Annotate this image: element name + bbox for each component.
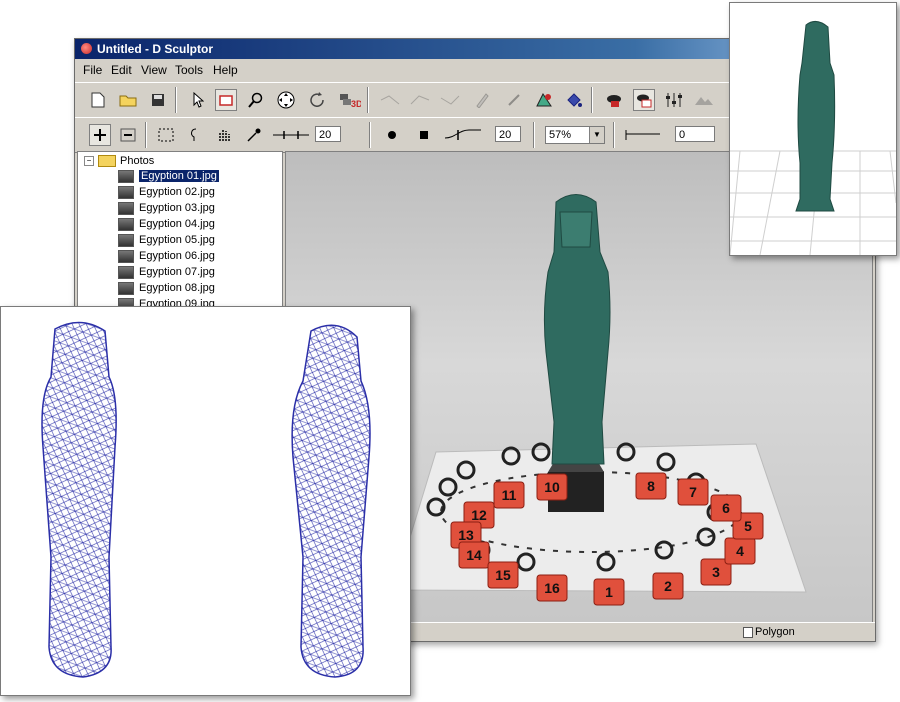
toolbar-separator bbox=[145, 122, 147, 148]
line-tool-icon[interactable] bbox=[503, 89, 525, 111]
build-3d-icon[interactable]: 3D bbox=[339, 89, 361, 111]
wireframe-inset bbox=[0, 306, 411, 696]
toolbar-separator bbox=[591, 87, 593, 113]
folder-icon bbox=[98, 155, 116, 168]
camera-select-icon[interactable] bbox=[215, 89, 237, 111]
photo-thumbnail-icon bbox=[118, 217, 134, 231]
tree-item[interactable]: Egyption 02.jpg bbox=[118, 184, 215, 200]
zoom-value: 57% bbox=[549, 129, 572, 141]
offset-slider-icon[interactable] bbox=[623, 124, 663, 146]
photo-thumbnail-icon bbox=[118, 265, 134, 279]
edge-tool-icon[interactable] bbox=[379, 89, 401, 111]
dot-brush-icon[interactable] bbox=[381, 124, 403, 146]
edge-tool-icon[interactable] bbox=[439, 89, 461, 111]
tree-item[interactable]: Egyption 07.jpg bbox=[118, 264, 215, 280]
rect-select-icon[interactable] bbox=[155, 124, 177, 146]
new-file-icon[interactable] bbox=[87, 89, 109, 111]
zoom-icon[interactable] bbox=[245, 89, 267, 111]
photo-thumbnail-icon bbox=[118, 249, 134, 263]
pedestal bbox=[548, 472, 604, 512]
tree-item[interactable]: Egyption 04.jpg bbox=[118, 216, 215, 232]
terrain-icon[interactable] bbox=[693, 89, 715, 111]
photo-view-icon[interactable] bbox=[633, 89, 655, 111]
chevron-down-icon[interactable]: ▼ bbox=[589, 127, 604, 143]
app-icon bbox=[81, 43, 92, 54]
tree-item[interactable]: Egyption 01.jpg bbox=[118, 168, 219, 184]
model-statue bbox=[795, 21, 836, 212]
add-icon[interactable] bbox=[89, 124, 111, 146]
toolbar-separator bbox=[613, 122, 615, 148]
status-mode: Polygon bbox=[755, 626, 795, 638]
toolbar-separator bbox=[369, 122, 371, 148]
save-icon[interactable] bbox=[147, 89, 169, 111]
wireframe-side bbox=[291, 324, 371, 678]
pointer-icon[interactable] bbox=[187, 89, 209, 111]
photo-thumbnail-icon bbox=[118, 169, 134, 183]
tree-item[interactable]: Egyption 05.jpg bbox=[118, 232, 215, 248]
svg-text:3D: 3D bbox=[351, 99, 361, 109]
photo-thumbnail-icon bbox=[118, 201, 134, 215]
tree-item[interactable]: Egyption 06.jpg bbox=[118, 248, 215, 264]
statue bbox=[543, 194, 611, 465]
texture-icon[interactable] bbox=[533, 89, 555, 111]
lasso-icon[interactable] bbox=[185, 124, 207, 146]
hand-icon[interactable] bbox=[213, 124, 235, 146]
toolbar-separator bbox=[367, 87, 369, 113]
photo-thumbnail-icon bbox=[118, 281, 134, 295]
tree-item[interactable]: Egyption 08.jpg bbox=[118, 280, 215, 296]
pan-icon[interactable] bbox=[275, 89, 297, 111]
open-folder-icon[interactable] bbox=[117, 89, 139, 111]
menu-help[interactable]: Help bbox=[213, 60, 238, 80]
toolbar-separator bbox=[175, 87, 177, 113]
fill-icon[interactable] bbox=[563, 89, 585, 111]
menu-file[interactable]: File bbox=[83, 60, 102, 80]
wireframe-view bbox=[41, 321, 371, 678]
smoothing-slider-icon[interactable] bbox=[443, 124, 483, 146]
adjust-sliders-icon[interactable] bbox=[663, 89, 685, 111]
offset-field[interactable]: 0 bbox=[675, 126, 715, 142]
photo-thumbnail-icon bbox=[118, 233, 134, 247]
model-preview-inset bbox=[729, 2, 897, 256]
wireframe-front bbox=[41, 321, 117, 678]
menu-tools[interactable]: Tools bbox=[175, 60, 203, 80]
smoothing-field[interactable]: 20 bbox=[495, 126, 521, 142]
subtract-icon[interactable] bbox=[117, 124, 139, 146]
menu-view[interactable]: View bbox=[141, 60, 167, 80]
photo-thumbnail-icon bbox=[118, 185, 134, 199]
rotate-icon[interactable] bbox=[307, 89, 329, 111]
edge-tool-icon[interactable] bbox=[409, 89, 431, 111]
threshold-field[interactable]: 20 bbox=[315, 126, 341, 142]
window-title: Untitled - D Sculptor bbox=[97, 42, 213, 56]
mask-view-icon[interactable] bbox=[603, 89, 625, 111]
tree-item[interactable]: Egyption 03.jpg bbox=[118, 200, 215, 216]
tree-root[interactable]: − Photos bbox=[84, 154, 154, 168]
zoom-dropdown[interactable]: 57% ▼ bbox=[545, 126, 605, 144]
square-brush-icon[interactable] bbox=[413, 124, 435, 146]
paint-brush-icon[interactable] bbox=[471, 89, 493, 111]
tree-root-label: Photos bbox=[120, 155, 155, 167]
threshold-slider-icon[interactable] bbox=[271, 124, 311, 146]
wand-icon[interactable] bbox=[243, 124, 265, 146]
polygon-mode-icon bbox=[743, 627, 753, 638]
collapse-icon[interactable]: − bbox=[84, 156, 94, 166]
photo-tree: − Photos Egyption 01.jpg Egyption 02.jpg… bbox=[77, 151, 283, 313]
toolbar-separator bbox=[533, 122, 535, 148]
menu-edit[interactable]: Edit bbox=[111, 60, 132, 80]
model-preview bbox=[729, 21, 897, 256]
